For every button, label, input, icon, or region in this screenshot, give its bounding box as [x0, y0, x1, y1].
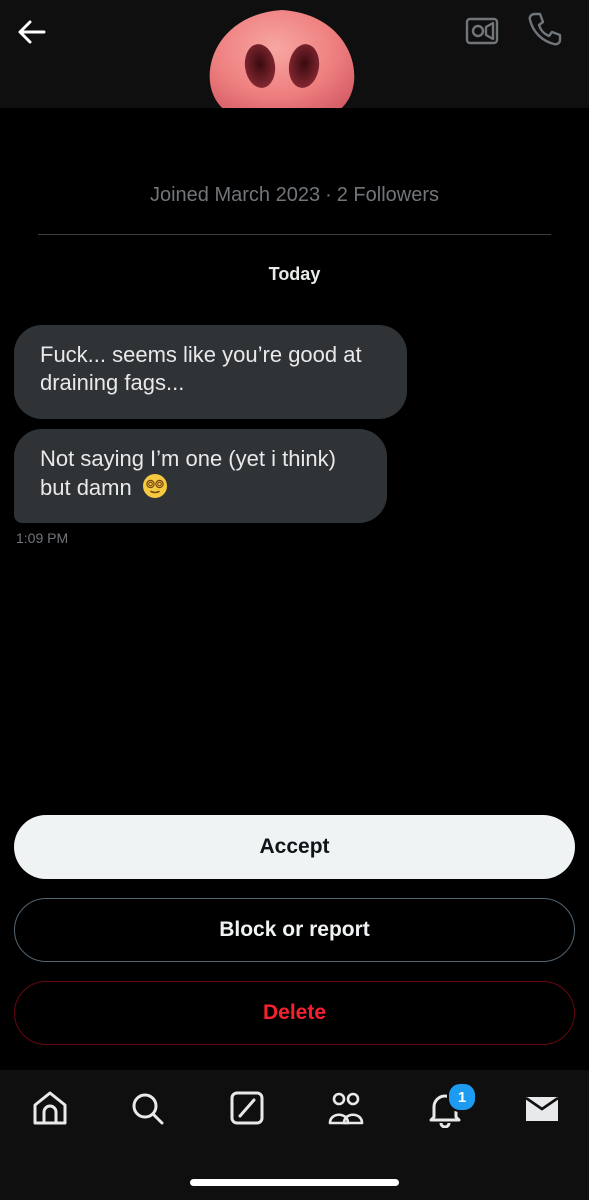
phone-icon — [528, 12, 562, 46]
video-call-button[interactable] — [464, 14, 500, 46]
face-with-spiral-eyes-icon — [142, 473, 168, 506]
date-label: Today — [268, 264, 321, 284]
profile-meta: Joined March 2023 · 2 Followers — [0, 184, 589, 207]
message-bubble[interactable]: Fuck... seems like you’re good at draini… — [14, 325, 407, 419]
divider — [38, 234, 551, 235]
video-call-icon — [465, 17, 499, 45]
delete-button[interactable]: Delete — [14, 981, 575, 1045]
arrow-left-icon — [18, 20, 46, 44]
back-button[interactable] — [14, 14, 50, 50]
message-bubble[interactable]: Not saying I’m one (yet i think) but dam… — [14, 429, 387, 523]
phone-call-button[interactable] — [526, 10, 564, 48]
communities-icon — [328, 1092, 364, 1125]
nav-messages[interactable] — [522, 1088, 562, 1128]
message-text: Fuck... seems like you’re good at draini… — [40, 342, 362, 395]
nav-grok[interactable] — [227, 1088, 267, 1128]
home-icon — [33, 1091, 67, 1125]
home-indicator[interactable] — [190, 1179, 399, 1186]
conversation-header — [0, 0, 589, 108]
block-or-report-button[interactable]: Block or report — [14, 898, 575, 962]
grok-icon — [230, 1091, 264, 1125]
nav-home[interactable] — [30, 1088, 70, 1128]
notification-badge: 1 — [447, 1082, 477, 1112]
search-icon — [132, 1093, 164, 1125]
nav-communities[interactable] — [326, 1088, 366, 1128]
messages-icon — [525, 1096, 559, 1121]
followers-count[interactable]: 2 Followers — [337, 184, 439, 206]
nav-search[interactable] — [127, 1088, 167, 1128]
message-text: Not saying I’m one (yet i think) but dam… — [40, 446, 336, 500]
joined-date: Joined March 2023 — [149, 184, 321, 206]
accept-button[interactable]: Accept — [14, 815, 575, 879]
pig-nose-avatar-icon — [209, 10, 355, 108]
message-timestamp: 1:09 PM — [16, 530, 69, 546]
avatar[interactable] — [201, 0, 363, 108]
meta-separator: · — [325, 184, 332, 206]
